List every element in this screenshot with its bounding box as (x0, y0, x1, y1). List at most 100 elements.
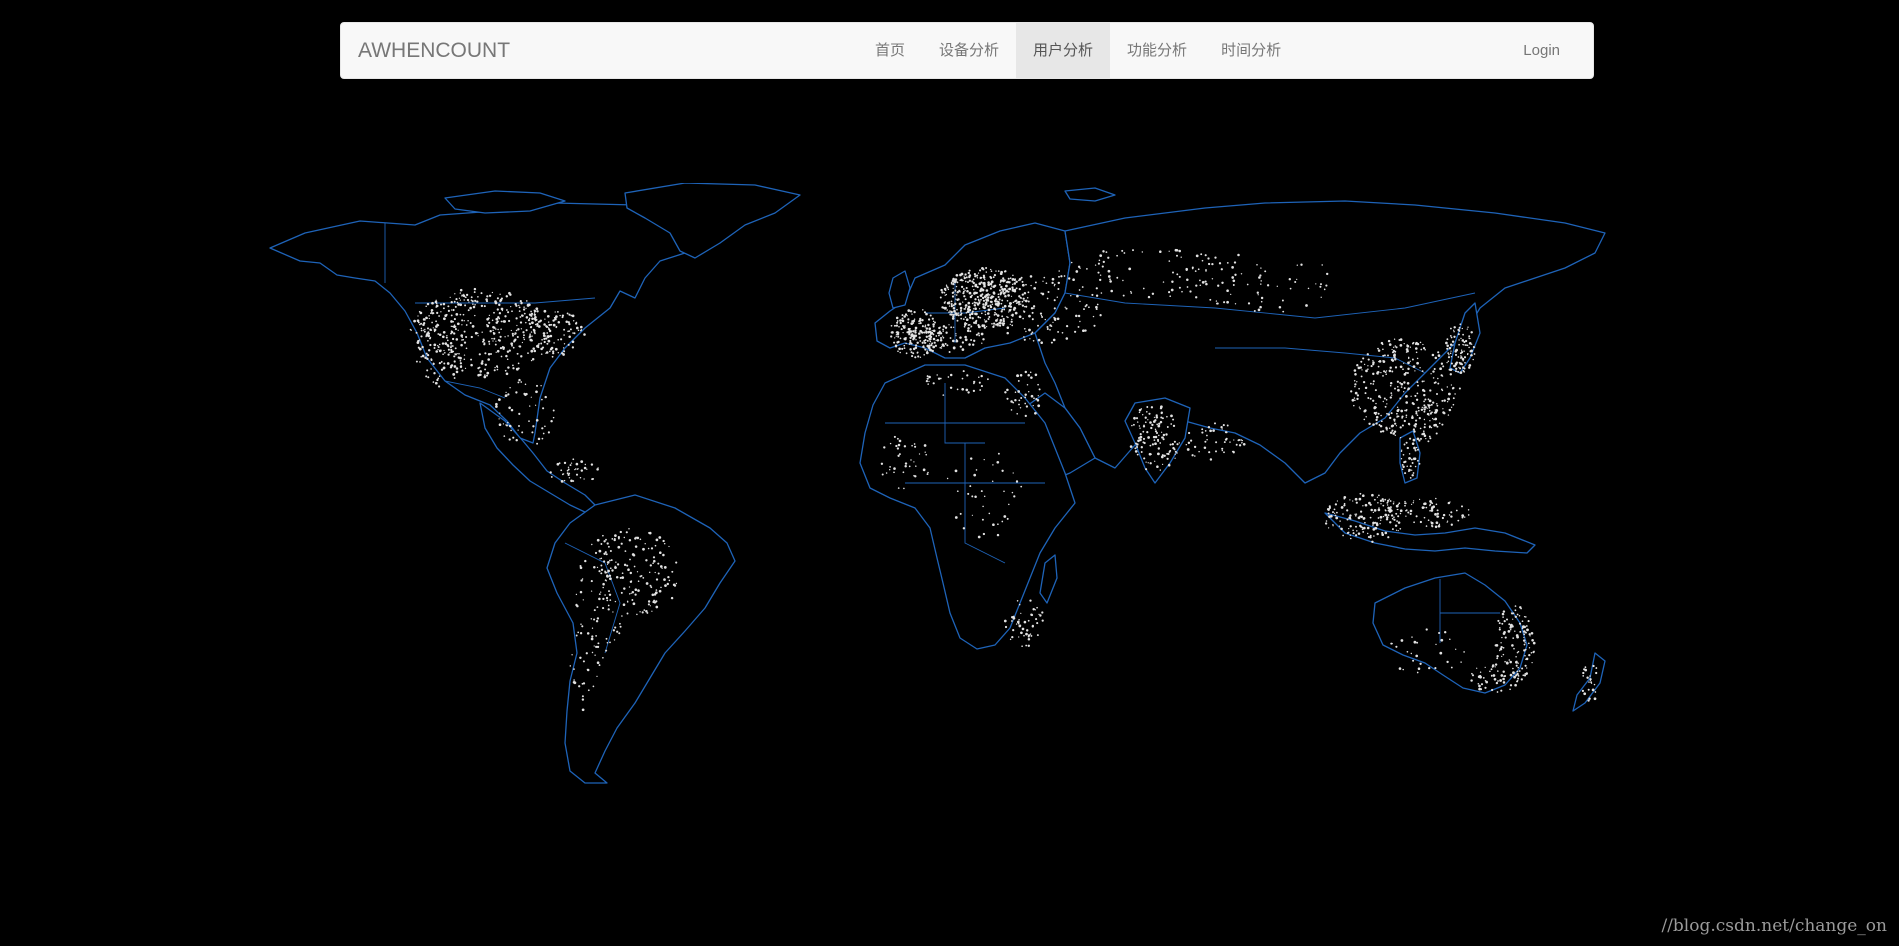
nav-item-home[interactable]: 首页 (858, 23, 922, 78)
location-point (579, 590, 583, 594)
location-point (1466, 344, 1469, 347)
location-point (486, 374, 488, 377)
location-point (1039, 312, 1043, 315)
location-point (1412, 472, 1415, 474)
location-point (1431, 524, 1433, 527)
location-point (1447, 356, 1451, 359)
location-point (1354, 383, 1357, 386)
location-point (1350, 537, 1352, 540)
location-point (1136, 443, 1139, 446)
location-point (1349, 525, 1352, 528)
nav-item-user-analysis[interactable]: 用户分析 (1016, 23, 1111, 78)
location-point (1168, 250, 1170, 252)
location-point (996, 460, 1000, 464)
location-point (1450, 362, 1453, 365)
location-point (1460, 355, 1462, 357)
location-point (1002, 279, 1005, 283)
location-point (463, 358, 466, 360)
location-point (952, 287, 954, 289)
location-point (603, 540, 606, 543)
location-point (605, 538, 607, 541)
location-point (514, 303, 517, 306)
location-point (1502, 653, 1505, 656)
location-point (498, 303, 501, 307)
location-point (536, 442, 539, 445)
location-point (932, 382, 935, 385)
location-point (913, 334, 916, 337)
location-point (1361, 369, 1363, 371)
location-point (486, 324, 490, 328)
location-point (603, 560, 606, 562)
location-point (951, 339, 955, 343)
location-point (1529, 635, 1531, 637)
location-point (925, 335, 928, 338)
location-point (602, 607, 605, 610)
location-point (1513, 647, 1515, 650)
location-point (1409, 346, 1412, 348)
location-point (616, 630, 619, 633)
location-point (1204, 430, 1207, 432)
location-point (972, 343, 975, 346)
location-point (1448, 408, 1452, 412)
location-point (999, 281, 1002, 283)
location-point (1396, 508, 1398, 511)
location-point (455, 367, 459, 370)
location-point (435, 350, 438, 353)
location-point (596, 566, 599, 569)
location-point (657, 572, 660, 575)
location-point (1289, 287, 1292, 290)
location-point (1506, 661, 1509, 664)
location-point (581, 708, 585, 712)
location-point (1109, 278, 1111, 281)
location-point (1408, 453, 1411, 455)
location-point (1396, 406, 1399, 409)
location-point (1025, 644, 1028, 647)
location-point (1046, 325, 1049, 329)
location-point (1144, 416, 1147, 419)
location-point (498, 418, 500, 420)
location-point (498, 398, 501, 401)
location-point (428, 314, 430, 317)
location-point (1413, 640, 1417, 644)
location-point (432, 381, 435, 383)
location-point (567, 321, 570, 324)
location-point (911, 313, 913, 315)
location-point (1427, 398, 1430, 401)
location-point (936, 374, 938, 376)
location-point (1435, 521, 1439, 525)
location-point (1446, 347, 1449, 350)
location-point (1458, 329, 1461, 332)
location-point (1242, 442, 1246, 446)
location-point (950, 305, 953, 308)
location-point (1151, 423, 1154, 427)
location-point (1491, 665, 1494, 668)
location-point (1429, 510, 1431, 512)
location-point (443, 362, 446, 365)
location-point (1218, 262, 1222, 265)
location-point (989, 287, 992, 290)
location-point (495, 365, 499, 368)
location-point (1386, 412, 1388, 415)
nav-item-time-analysis[interactable]: 时间分析 (1204, 23, 1298, 78)
location-point (581, 698, 585, 701)
location-point (525, 300, 528, 302)
brand-logo[interactable]: AWHENCOUNT (358, 23, 510, 78)
location-point (621, 572, 624, 575)
location-point (1131, 424, 1133, 427)
location-point (1389, 506, 1392, 509)
location-point (416, 341, 420, 344)
location-point (1315, 283, 1317, 285)
login-link[interactable]: Login (1523, 23, 1560, 78)
world-map (269, 183, 1606, 784)
location-point (973, 473, 977, 477)
location-point (1396, 520, 1398, 522)
location-point (1098, 259, 1101, 262)
location-point (592, 477, 595, 480)
location-point (985, 266, 988, 270)
location-point (903, 344, 906, 347)
location-point (598, 570, 601, 573)
location-point (916, 352, 919, 354)
nav-item-device-analysis[interactable]: 设备分析 (922, 23, 1016, 78)
location-point (1388, 369, 1392, 373)
nav-item-feature-analysis[interactable]: 功能分析 (1110, 23, 1204, 78)
